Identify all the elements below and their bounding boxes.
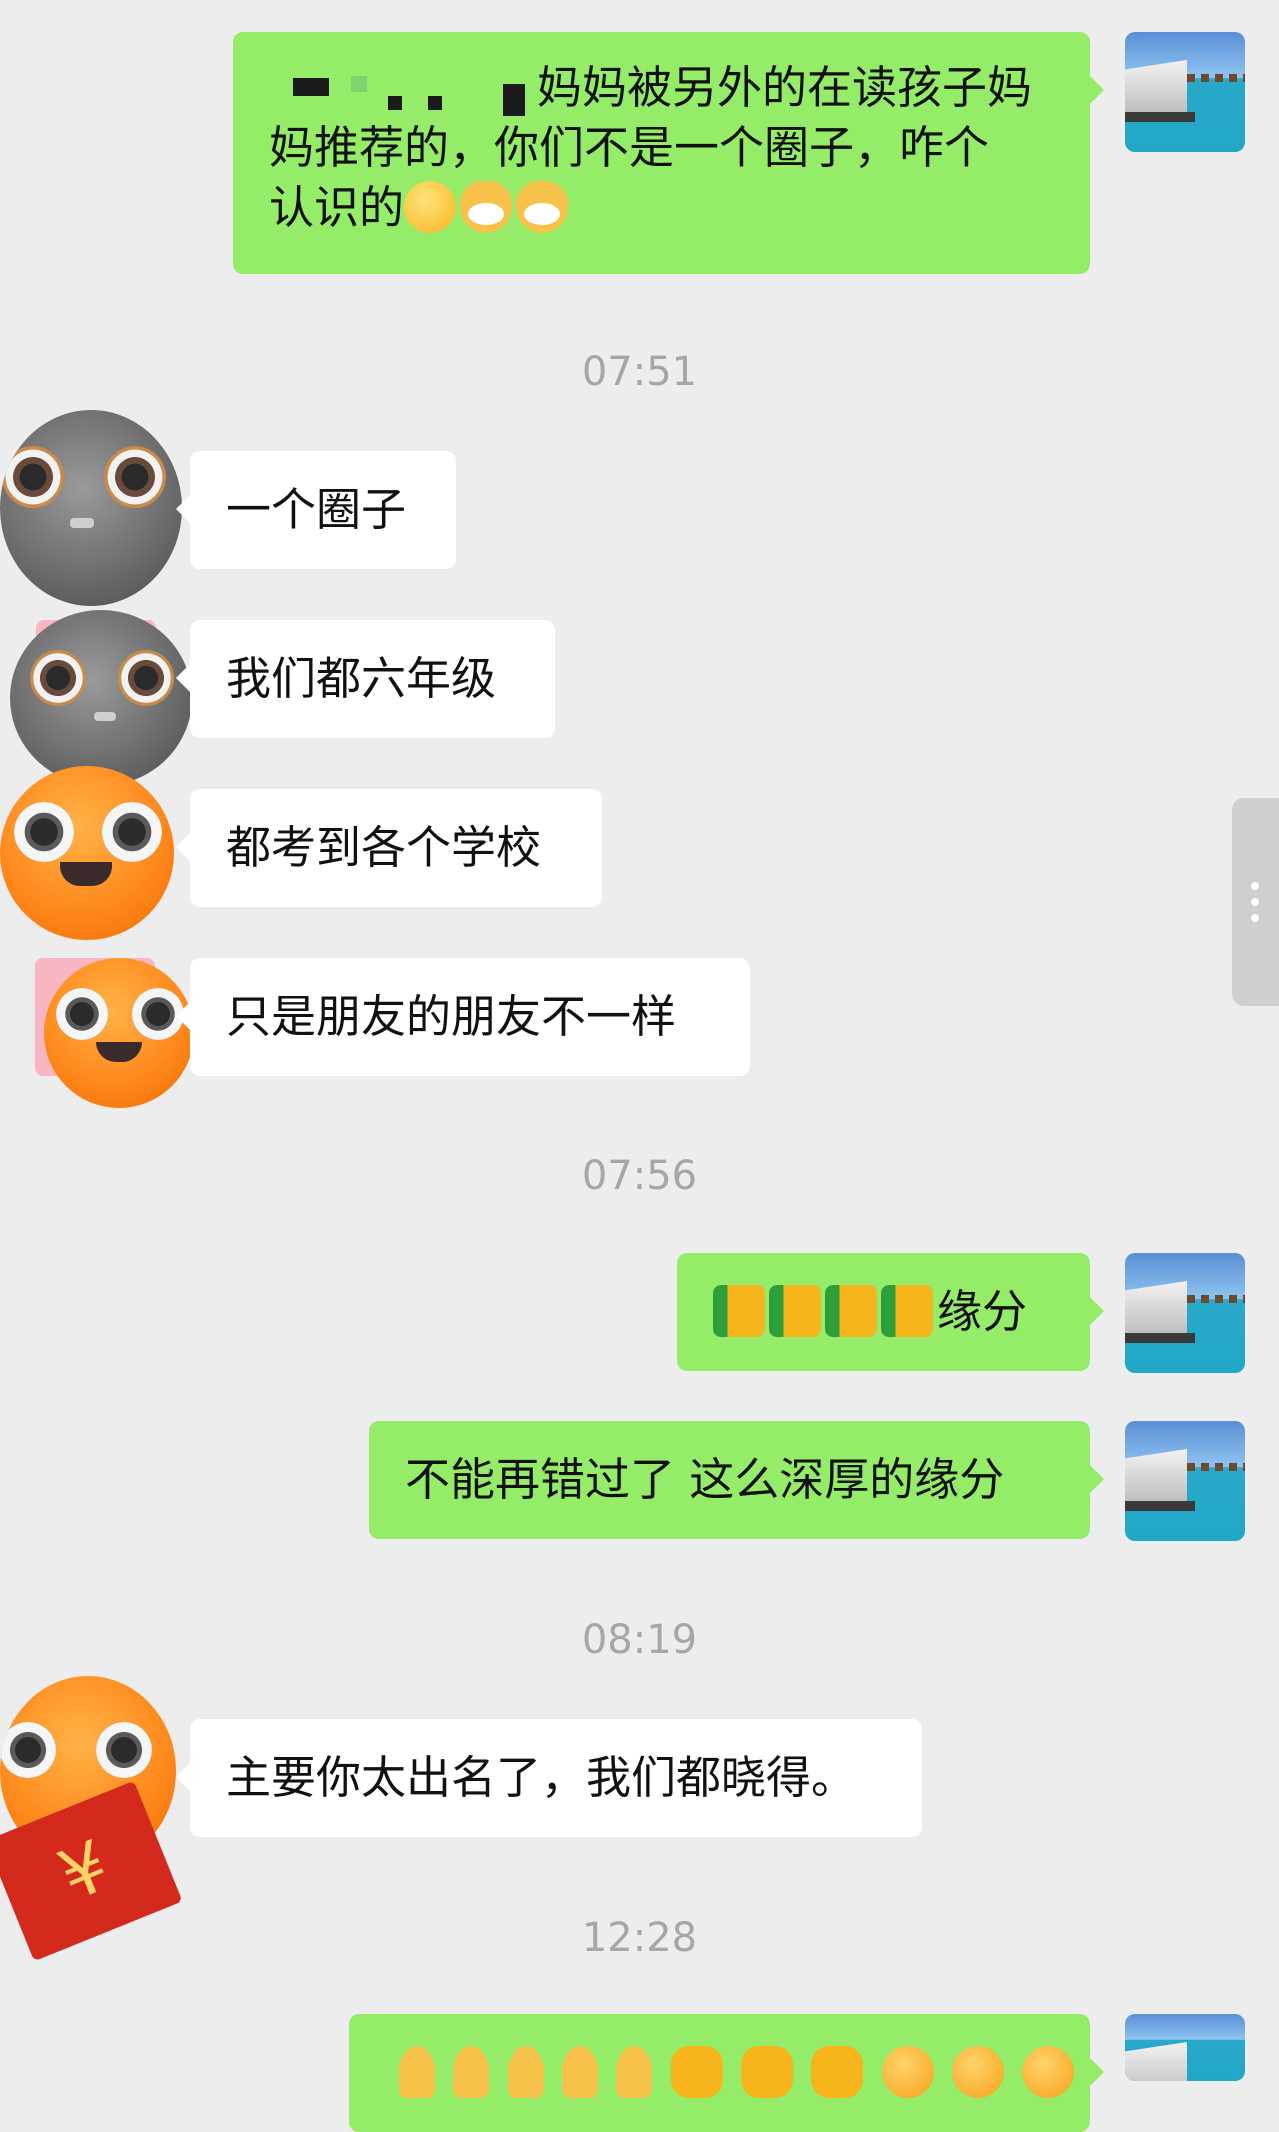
message-bubble-incoming[interactable]: 都考到各个学校 bbox=[176, 789, 602, 907]
red-envelope-symbol: ¥ bbox=[47, 1824, 121, 1918]
my-avatar[interactable] bbox=[1125, 1421, 1245, 1541]
avatar-mouth bbox=[96, 1042, 142, 1062]
message-bubble-incoming[interactable]: 主要你太出名了，我们都晓得。 bbox=[176, 1719, 922, 1837]
avatar-mouth bbox=[60, 862, 112, 886]
redacted-name-mosaic bbox=[233, 32, 533, 116]
message-text: 缘分 bbox=[937, 1285, 1028, 1338]
avatar-image-villas bbox=[1187, 1463, 1245, 1471]
side-drawer-handle[interactable] bbox=[1232, 798, 1279, 1006]
avatar-image-house bbox=[1125, 2042, 1187, 2081]
avatar-image-house bbox=[1125, 1281, 1187, 1333]
timestamp: 07:51 bbox=[581, 349, 698, 395]
contact-avatar[interactable] bbox=[10, 610, 192, 786]
timestamp: 08:19 bbox=[581, 1617, 698, 1663]
folded-hands-emoji bbox=[561, 2046, 598, 2098]
avatar-image-deck bbox=[1125, 112, 1195, 122]
thumbs-up-emoji bbox=[713, 1285, 765, 1337]
handle-dot bbox=[1251, 882, 1259, 890]
avatar-image-house bbox=[1125, 60, 1187, 112]
message-bubble-outgoing[interactable] bbox=[349, 2014, 1104, 2132]
thumbs-up-emoji bbox=[881, 1285, 933, 1337]
avatar-eye bbox=[0, 1722, 56, 1778]
avatar-eye bbox=[2, 446, 64, 508]
fist-emoji bbox=[670, 2046, 723, 2098]
avatar-image-deck bbox=[1125, 1501, 1195, 1511]
folded-hands-emoji bbox=[616, 2046, 653, 2098]
handle-dot bbox=[1251, 898, 1259, 906]
folded-hands-emoji bbox=[453, 2046, 490, 2098]
timestamp: 07:56 bbox=[581, 1153, 698, 1199]
contact-avatar[interactable] bbox=[0, 410, 182, 606]
contact-avatar[interactable] bbox=[44, 958, 194, 1108]
avatar-eye bbox=[56, 988, 108, 1040]
thumbs-up-emoji bbox=[769, 1285, 821, 1337]
my-avatar[interactable] bbox=[1125, 1253, 1245, 1373]
my-avatar[interactable] bbox=[1125, 2014, 1245, 2081]
message-text-line: 妈推荐的，你们不是一个圈子，咋个 bbox=[269, 121, 990, 174]
message-bubble-incoming[interactable]: 一个圈子 bbox=[176, 451, 456, 569]
timestamp: 12:28 bbox=[581, 1915, 698, 1961]
message-text: 一个圈子 bbox=[226, 483, 407, 536]
angry-face-emoji bbox=[881, 2046, 934, 2098]
message-bubble-incoming[interactable]: 只是朋友的朋友不一样 bbox=[176, 958, 750, 1076]
message-text: 我们都六年级 bbox=[226, 652, 497, 705]
avatar-image-villas bbox=[1187, 74, 1245, 82]
avatar-image-villas bbox=[1187, 1295, 1245, 1303]
folded-hands-emoji bbox=[507, 2046, 544, 2098]
avatar-eye bbox=[96, 1722, 152, 1778]
folded-hands-emoji bbox=[399, 2046, 435, 2098]
angry-face-emoji bbox=[1022, 2046, 1075, 2098]
message-bubble-outgoing[interactable]: 妈妈被另外的在读孩子妈 妈推荐的，你们不是一个圈子，咋个 认识的 bbox=[233, 32, 1104, 274]
cat-face-emoji bbox=[460, 181, 513, 233]
avatar-mouth bbox=[94, 712, 116, 721]
fist-emoji bbox=[740, 2046, 793, 2098]
message-text: 主要你太出名了，我们都晓得。 bbox=[226, 1751, 857, 1804]
cat-face-emoji bbox=[516, 181, 569, 233]
message-text: 认识的 bbox=[269, 181, 405, 234]
avatar-eye bbox=[102, 802, 162, 862]
message-text-line: 认识的 bbox=[269, 178, 1054, 238]
avatar-eye bbox=[30, 650, 86, 706]
message-text: 只是朋友的朋友不一样 bbox=[226, 990, 677, 1043]
message-bubble-outgoing[interactable]: 缘分 bbox=[677, 1253, 1104, 1371]
avatar-image-house bbox=[1125, 1449, 1187, 1501]
avatar-mouth bbox=[70, 518, 94, 528]
angry-face-emoji bbox=[951, 2046, 1004, 2098]
avatar-eye bbox=[104, 446, 166, 508]
handle-dot bbox=[1251, 914, 1259, 922]
thumbs-up-emoji bbox=[825, 1285, 877, 1337]
avatar-image-deck bbox=[1125, 1333, 1195, 1343]
fist-emoji bbox=[811, 2046, 864, 2098]
contact-avatar[interactable] bbox=[0, 766, 174, 940]
avatar-eye bbox=[118, 650, 174, 706]
avatar-eye bbox=[14, 802, 74, 862]
message-text: 都考到各个学校 bbox=[226, 821, 542, 874]
message-text: 不能再错过了 这么深厚的缘分 bbox=[405, 1453, 1005, 1506]
pleading-face-emoji bbox=[404, 181, 457, 233]
message-bubble-outgoing[interactable]: 不能再错过了 这么深厚的缘分 bbox=[369, 1421, 1104, 1539]
my-avatar[interactable] bbox=[1125, 32, 1245, 152]
message-bubble-incoming[interactable]: 我们都六年级 bbox=[176, 620, 555, 738]
